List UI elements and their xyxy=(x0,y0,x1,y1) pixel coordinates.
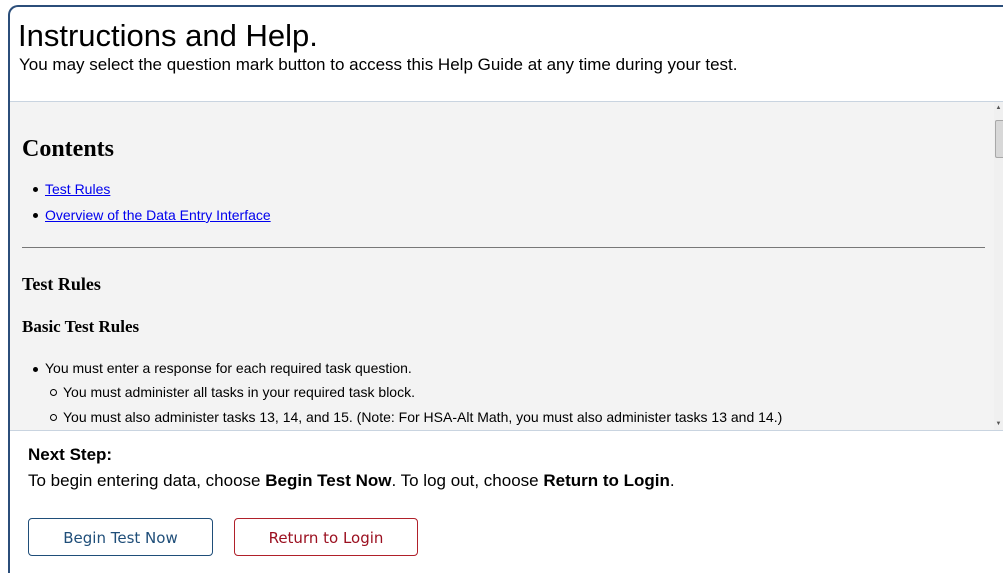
help-guide-frame[interactable]: Contents Test Rules Overview of the Data… xyxy=(10,101,1003,431)
toc-link-test-rules[interactable]: Test Rules xyxy=(45,181,110,197)
rules-list: You must enter a response for each requi… xyxy=(22,357,782,430)
scroll-down-arrow-icon[interactable]: ▼ xyxy=(994,418,1003,430)
rule-subitem: You must also administer tasks 13, 14, a… xyxy=(49,405,782,430)
next-step-begin-emphasis: Begin Test Now xyxy=(265,471,392,490)
rule-text: You must enter a response for each requi… xyxy=(45,360,412,376)
begin-test-now-button[interactable]: Begin Test Now xyxy=(28,518,213,556)
vertical-scrollbar[interactable]: ▲ ▼ xyxy=(994,102,1003,430)
next-step-text: . xyxy=(669,471,675,490)
scroll-up-arrow-icon[interactable]: ▲ xyxy=(994,102,1003,114)
rule-sublist: You must administer all tasks in your re… xyxy=(45,380,782,430)
next-step-instructions: To begin entering data, choose Begin Tes… xyxy=(28,466,988,496)
section-heading-test-rules: Test Rules xyxy=(22,274,101,294)
toc-item: Test Rules xyxy=(33,176,271,202)
next-step-text: To begin entering data, choose xyxy=(28,471,266,490)
table-of-contents: Test Rules Overview of the Data Entry In… xyxy=(22,176,271,228)
section-divider xyxy=(22,247,985,248)
page-subtitle: You may select the question mark button … xyxy=(19,55,738,74)
panel-header: Instructions and Help. You may select th… xyxy=(18,18,998,76)
toc-link-data-entry-interface[interactable]: Overview of the Data Entry Interface xyxy=(45,207,271,223)
next-step-return-emphasis: Return to Login xyxy=(543,471,670,490)
rule-subitem: You must administer all tasks in your re… xyxy=(49,380,782,405)
subsection-heading-basic-rules: Basic Test Rules xyxy=(22,317,140,336)
toc-item: Overview of the Data Entry Interface xyxy=(33,202,271,228)
page-title: Instructions and Help. xyxy=(18,18,318,53)
rule-item: You must enter a response for each requi… xyxy=(32,357,782,430)
next-step-text: . To log out, choose xyxy=(391,471,544,490)
return-to-login-button[interactable]: Return to Login xyxy=(234,518,418,556)
next-step-section: Next Step: To begin entering data, choos… xyxy=(28,444,988,496)
scrollbar-thumb[interactable] xyxy=(995,120,1003,158)
next-step-heading: Next Step: xyxy=(28,445,113,464)
contents-heading: Contents xyxy=(22,136,115,162)
